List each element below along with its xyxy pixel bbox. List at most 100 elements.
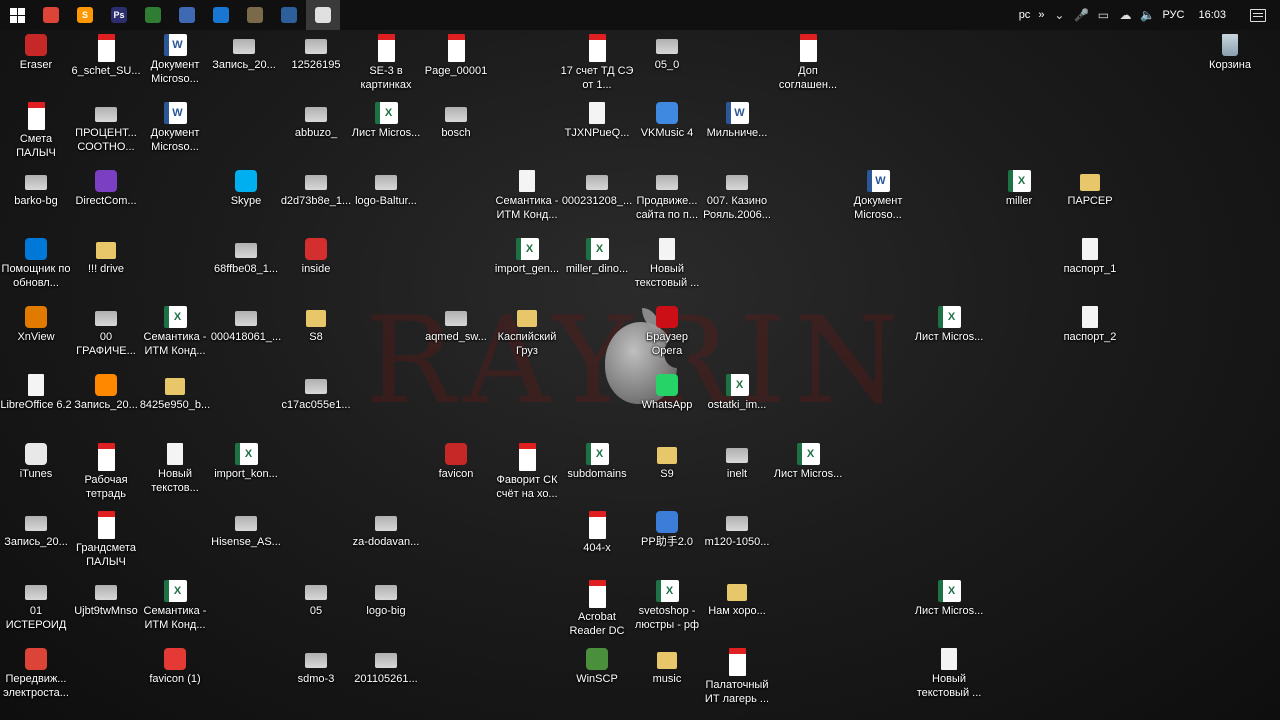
desktop-icon-peredvizh-elektrostancii[interactable]: Передвиж... электроста... <box>0 648 73 700</box>
tray-lang-abbr[interactable]: рс <box>1019 9 1031 21</box>
desktop-icon-grafiche-00[interactable]: 00 ГРАФИЧЕ... <box>69 306 143 358</box>
desktop[interactable]: RAYRIN Eraser6_schet_SU...WДокумент Micr… <box>0 0 1280 720</box>
desktop-icon-image-68ffbe08[interactable]: 68ffbe08_1... <box>209 238 283 276</box>
taskbar-app-photoshop[interactable]: Ps <box>102 0 136 30</box>
desktop-icon-excel-list-2[interactable]: X Лист Micros... <box>912 306 986 344</box>
desktop-icon-tjxnpueq[interactable]: TJXNPueQ... <box>560 102 634 140</box>
desktop-icon-asteroid-01[interactable]: 01 ИСТЕРОИД <box>0 580 73 632</box>
desktop-icon-excel-list-1[interactable]: X Лист Micros... <box>349 102 423 140</box>
desktop-icon-hisense-as[interactable]: Hisense_AS... <box>209 511 283 549</box>
desktop-icon-abbuzo[interactable]: abbuzo_ <box>279 102 353 140</box>
desktop-icon-bosch[interactable]: bosch <box>419 102 493 140</box>
desktop-icon-aqmed-sw[interactable]: aqmed_sw... <box>419 306 493 344</box>
desktop-icon-update-assistant[interactable]: Помощник по обновл... <box>0 238 73 290</box>
desktop-icon-recycle-bin[interactable]: Корзина <box>1193 34 1267 72</box>
desktop-icon-import-gen[interactable]: Ximport_gen... <box>490 238 564 276</box>
desktop-icon-new-text-1[interactable]: Новый текстовый ... <box>630 238 704 290</box>
taskbar-app-photo-viewer[interactable] <box>306 0 340 30</box>
desktop-icon-semantika-itm-3[interactable]: X Семантика - ИТМ Конд... <box>138 580 212 632</box>
desktop-icon-inside[interactable]: inside <box>279 238 353 276</box>
desktop-icon-passport-2[interactable]: паспорт_2 <box>1053 306 1127 344</box>
desktop-icon-skype[interactable]: Skype <box>209 170 283 208</box>
desktop-icon-document-word-3[interactable]: W Документ Microso... <box>841 170 915 222</box>
microphone-icon[interactable]: 🎤 <box>1074 8 1089 22</box>
taskbar-app-globe[interactable] <box>136 0 170 30</box>
desktop-icon-semantika-itm-2[interactable]: X Семантика - ИТМ Конд... <box>138 306 212 358</box>
desktop-icon-file-6-schet[interactable]: 6_schet_SU... <box>69 34 143 78</box>
desktop-icon-excel-list-4[interactable]: X Лист Micros... <box>912 580 986 618</box>
desktop-icon-prodvizhenie-saita[interactable]: Продвиже... сайта по п... <box>630 170 704 222</box>
desktop-icon-m120-1050[interactable]: m120-1050... <box>700 511 774 549</box>
desktop-icon-ostatki-im[interactable]: Xostatki_im... <box>700 374 774 412</box>
desktop-icon-svetoshop[interactable]: Xsvetoshop - люстры - рф <box>630 580 704 632</box>
battery-icon[interactable]: ▭ <box>1096 8 1110 22</box>
desktop-icon-xnview[interactable]: XnView <box>0 306 73 344</box>
desktop-icon-music[interactable]: music <box>630 648 704 686</box>
desktop-icon-vlc-zapis[interactable]: Запись_20... <box>69 374 143 412</box>
desktop-icon-miller-dino[interactable]: Xmiller_dino... <box>560 238 634 276</box>
desktop-icon-libreoffice[interactable]: LibreOffice 6.2 <box>0 374 73 412</box>
desktop-icon-vkmusic[interactable]: VKMusic 4 <box>630 102 704 140</box>
taskbar-app-chrome[interactable] <box>34 0 68 30</box>
desktop-icon-file-404-x[interactable]: 404-x <box>560 511 634 555</box>
desktop-icon-favorit-sk[interactable]: Фаворит СК счёт на хо... <box>490 443 564 501</box>
desktop-icon-grandsmeta-palych[interactable]: Грандсмета ПАЛЫЧ <box>69 511 143 569</box>
desktop-icon-miller[interactable]: Xmiller <box>982 170 1056 208</box>
desktop-icon-whatsapp[interactable]: WhatsApp <box>630 374 704 412</box>
desktop-icon-itunes[interactable]: iTunes <box>0 443 73 481</box>
desktop-icon-directcommander[interactable]: DirectCom... <box>69 170 143 208</box>
taskbar-app-sublime[interactable]: S <box>68 0 102 30</box>
desktop-icon-se-3-pdf[interactable]: SE-3 в картинках <box>349 34 423 92</box>
desktop-icon-d2d73b8e[interactable]: d2d73b8e_1... <box>279 170 353 208</box>
desktop-icon-image-05[interactable]: 05 <box>279 580 353 618</box>
desktop-icon-zapis-2[interactable]: Запись_20... <box>0 511 73 549</box>
desktop-icon-image-12526195[interactable]: 12526195 <box>279 34 353 72</box>
desktop-icon-s9[interactable]: S9 <box>630 443 704 481</box>
desktop-icon-new-text-3[interactable]: Новый текстовый ... <box>912 648 986 700</box>
desktop-icon-barko-bg[interactable]: barko-bg <box>0 170 73 208</box>
desktop-icon-acrobat-reader[interactable]: Acrobat Reader DC <box>560 580 634 638</box>
cloud-icon[interactable]: ☁ <box>1118 8 1132 22</box>
desktop-icon-nam-horo[interactable]: Нам хоро... <box>700 580 774 618</box>
desktop-icon-excel-list-3[interactable]: X Лист Micros... <box>771 443 845 481</box>
desktop-icon-logo-balturi[interactable]: logo-Baltur... <box>349 170 423 208</box>
speaker-icon[interactable]: 🔈 <box>1140 8 1155 22</box>
desktop-icon-za-dodavan[interactable]: za-dodavan... <box>349 511 423 549</box>
desktop-icon-parser[interactable]: ПАРСЕР <box>1053 170 1127 208</box>
desktop-icon-logo-big[interactable]: logo-big <box>349 580 423 618</box>
tray-clock[interactable]: 16:03 <box>1198 9 1226 21</box>
desktop-icon-new-text-2[interactable]: Новый текстов... <box>138 443 212 495</box>
taskbar-app-terminal[interactable] <box>204 0 238 30</box>
desktop-icon-zapis-1[interactable]: Запись_20... <box>207 34 281 72</box>
tray-overflow-icon[interactable]: » <box>1038 9 1044 21</box>
desktop-icon-procent-sootnosh[interactable]: ПРОЦЕНТ... СООТНО... <box>69 102 143 154</box>
desktop-icon-eraser[interactable]: Eraser <box>0 34 73 72</box>
start-button[interactable] <box>0 0 34 30</box>
desktop-icon-file-201105261[interactable]: 201105261... <box>349 648 423 686</box>
desktop-icon-page-00001[interactable]: Page_00001 <box>419 34 493 78</box>
notification-icon[interactable] <box>1250 8 1266 22</box>
desktop-icon-document-word-2[interactable]: W Документ Microso... <box>138 102 212 154</box>
desktop-icon-opera-browser[interactable]: Браузер Opera <box>630 306 704 358</box>
desktop-icon-dop-soglashenie[interactable]: Доп соглашен... <box>771 34 845 92</box>
desktop-icon-favicon-1[interactable]: favicon (1) <box>138 648 212 686</box>
desktop-icon-smeta-palych[interactable]: Смета ПАЛЫЧ <box>0 102 73 160</box>
desktop-icon-schet-td-pdf[interactable]: 17 счет ТД СЭ от 1... <box>560 34 634 92</box>
desktop-icon-rabochaya-tetrad[interactable]: Рабочая тетрадь <box>69 443 143 501</box>
desktop-icon-pp-helper[interactable]: PP助手2.0 <box>630 511 704 549</box>
desktop-icon-import-kon[interactable]: Ximport_kon... <box>209 443 283 481</box>
desktop-icon-passport-1[interactable]: паспорт_1 <box>1053 238 1127 276</box>
desktop-icon-subdomains[interactable]: Xsubdomains <box>560 443 634 481</box>
desktop-icon-kaspiyskiy-gruz[interactable]: Каспийский Груз <box>490 306 564 358</box>
chevron-up-icon[interactable]: ⌄ <box>1052 8 1066 22</box>
desktop-icon-image-05-0[interactable]: 05_0 <box>630 34 704 72</box>
taskbar-app-gimp[interactable] <box>238 0 272 30</box>
desktop-icon-favicon[interactable]: favicon <box>419 443 493 481</box>
taskbar-app-remote[interactable] <box>272 0 306 30</box>
desktop-icon-palatochnyi-lager[interactable]: Палаточный ИТ лагерь ... <box>700 648 774 706</box>
desktop-icon-drive[interactable]: !!! drive <box>69 238 143 276</box>
desktop-icon-c17ac055[interactable]: c17ac055e1... <box>279 374 353 412</box>
desktop-icon-document-word-1[interactable]: W Документ Microso... <box>138 34 212 86</box>
desktop-icon-ujbt9twmnso[interactable]: Ujbt9twMnso <box>69 580 143 618</box>
desktop-icon-s8[interactable]: S8 <box>279 306 353 344</box>
